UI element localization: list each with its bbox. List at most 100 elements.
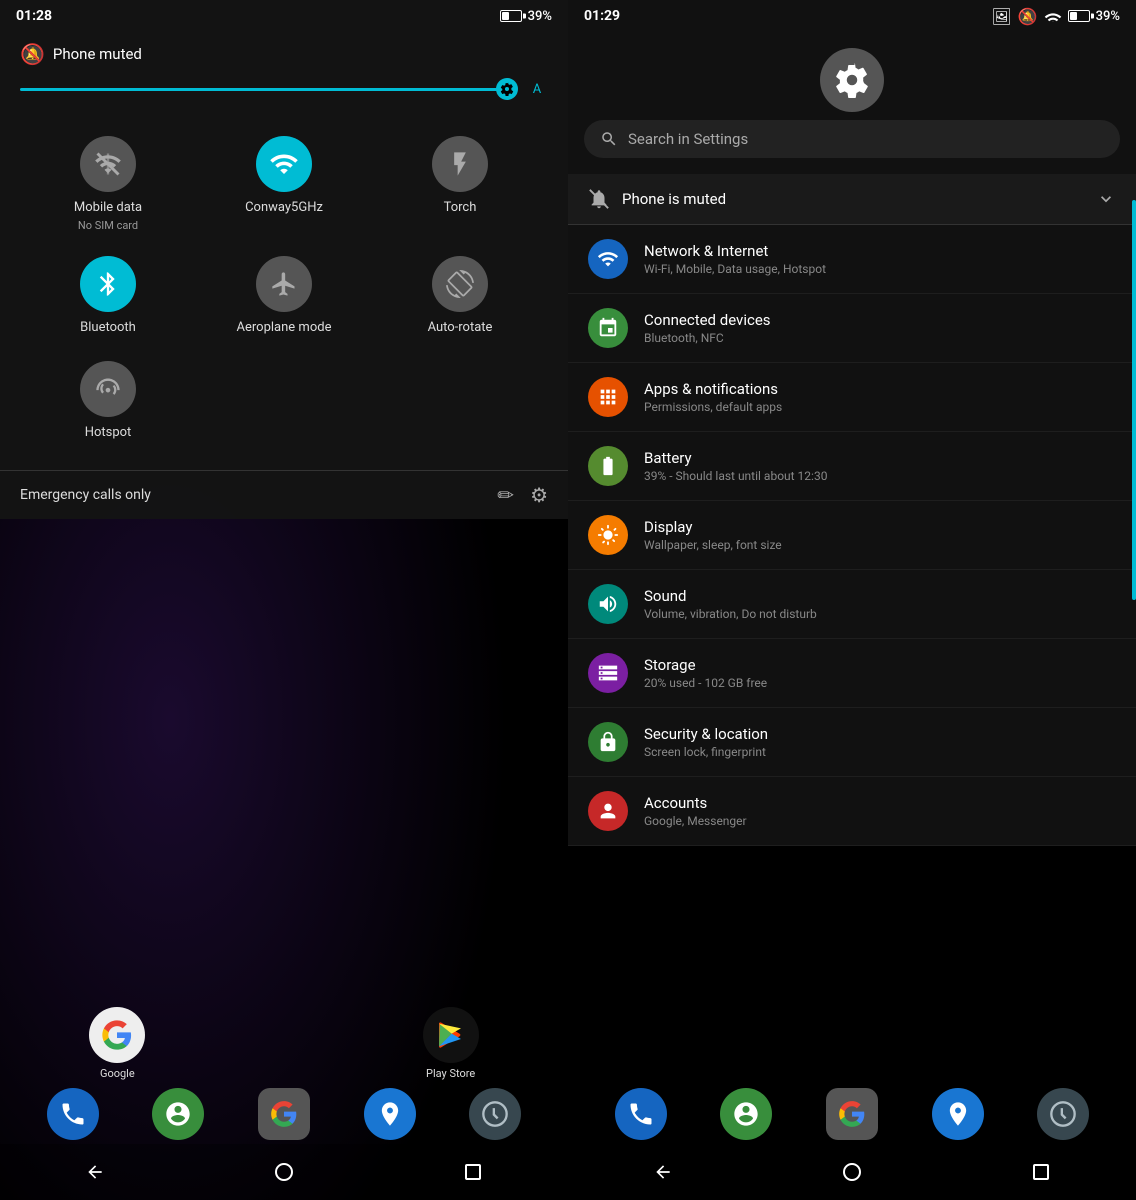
right-home-button[interactable] (832, 1152, 872, 1192)
security-title: Security & location (644, 725, 1116, 743)
brightness-thumb[interactable] (496, 78, 518, 100)
left-battery-text: 39% (528, 9, 552, 24)
tile-torch[interactable]: Torch (372, 124, 548, 244)
battery-sub: 39% - Should last until about 12:30 (644, 469, 1116, 483)
battery-icon-wrap (588, 446, 628, 486)
storage-sub: 20% used - 102 GB free (644, 676, 1116, 690)
display-text: Display Wallpaper, sleep, font size (644, 518, 1116, 552)
dock-google2[interactable] (258, 1088, 310, 1140)
edit-icon[interactable]: ✏ (497, 483, 514, 507)
dock-clock[interactable] (469, 1088, 521, 1140)
brightness-auto[interactable]: A (526, 78, 548, 100)
right-dock-phone[interactable] (615, 1088, 667, 1140)
settings-item-display[interactable]: Display Wallpaper, sleep, font size (568, 501, 1136, 570)
right-recents-button[interactable] (1021, 1152, 1061, 1192)
right-dock-maps[interactable] (932, 1088, 984, 1140)
tile-bluetooth[interactable]: Bluetooth (20, 244, 196, 349)
sound-icon (597, 593, 619, 615)
search-placeholder: Search in Settings (628, 130, 748, 148)
tile-wifi[interactable]: Conway5GHz (196, 124, 372, 244)
google-icon[interactable] (89, 1007, 145, 1063)
settings-item-apps[interactable]: Apps & notifications Permissions, defaul… (568, 363, 1136, 432)
mobile-data-label: Mobile data (74, 200, 142, 217)
accounts-title: Accounts (644, 794, 1116, 812)
settings-icon[interactable]: ⚙ (530, 483, 548, 507)
home-button[interactable] (264, 1152, 304, 1192)
muted-icon: 🔕 (20, 42, 45, 66)
right-nav-bar (568, 1144, 1136, 1200)
tile-mobile-data[interactable]: Mobile data No SIM card (20, 124, 196, 244)
accounts-icon (597, 800, 619, 822)
tile-hotspot[interactable]: Hotspot (20, 349, 196, 454)
settings-item-security[interactable]: Security & location Screen lock, fingerp… (568, 708, 1136, 777)
back-button[interactable] (75, 1152, 115, 1192)
muted-bell-icon (588, 188, 610, 210)
connected-sub: Bluetooth, NFC (644, 331, 1116, 345)
tile-aeroplane[interactable]: Aeroplane mode (196, 244, 372, 349)
settings-item-battery[interactable]: Battery 39% - Should last until about 12… (568, 432, 1136, 501)
brightness-track[interactable] (20, 88, 514, 91)
google-app[interactable]: Google (89, 1007, 145, 1080)
settings-item-accounts[interactable]: Accounts Google, Messenger (568, 777, 1136, 846)
settings-item-sound[interactable]: Sound Volume, vibration, Do not disturb (568, 570, 1136, 639)
screenshot-icon: 🖼 (991, 7, 1011, 26)
security-icon-wrap (588, 722, 628, 762)
network-icon (597, 248, 619, 270)
accounts-icon-wrap (588, 791, 628, 831)
right-battery-text: 39% (1096, 9, 1120, 24)
playstore-icon[interactable] (423, 1007, 479, 1063)
settings-list: Network & Internet Wi-Fi, Mobile, Data u… (568, 225, 1136, 846)
settings-header: Search in Settings (568, 32, 1136, 174)
playstore-app[interactable]: Play Store (423, 1007, 479, 1080)
scroll-indicator[interactable] (1132, 200, 1136, 600)
dock-phone[interactable] (47, 1088, 99, 1140)
settings-item-connected[interactable]: Connected devices Bluetooth, NFC (568, 294, 1136, 363)
display-title: Display (644, 518, 1116, 536)
right-dock-face[interactable] (720, 1088, 772, 1140)
left-battery-icon (500, 10, 522, 22)
autorotate-label: Auto-rotate (428, 320, 493, 337)
right-dock-google[interactable] (826, 1088, 878, 1140)
dock-maps[interactable] (364, 1088, 416, 1140)
network-sub: Wi-Fi, Mobile, Data usage, Hotspot (644, 262, 1116, 276)
right-dock-clock[interactable] (1037, 1088, 1089, 1140)
display-icon-wrap (588, 515, 628, 555)
security-sub: Screen lock, fingerprint (644, 745, 1116, 759)
storage-icon-wrap (588, 653, 628, 693)
brightness-control[interactable]: A (0, 74, 568, 116)
security-icon (597, 731, 619, 753)
settings-item-storage[interactable]: Storage 20% used - 102 GB free (568, 639, 1136, 708)
muted-banner-text: Phone is muted (622, 190, 726, 208)
muted-notification: 🔕 Phone muted (0, 32, 568, 74)
bluetooth-label: Bluetooth (80, 320, 136, 337)
left-app-row: Google Play Store (0, 1007, 568, 1080)
apps-icon (597, 386, 619, 408)
sound-icon-wrap (588, 584, 628, 624)
battery-title: Battery (644, 449, 1116, 467)
mobile-data-sublabel: No SIM card (78, 219, 138, 232)
phone-muted-banner[interactable]: Phone is muted (568, 174, 1136, 225)
left-dock (0, 1088, 568, 1140)
network-icon-wrap (588, 239, 628, 279)
storage-title: Storage (644, 656, 1116, 674)
storage-icon (597, 662, 619, 684)
bluetooth-icon (80, 256, 136, 312)
mobile-data-icon (80, 136, 136, 192)
settings-item-network[interactable]: Network & Internet Wi-Fi, Mobile, Data u… (568, 225, 1136, 294)
left-nav-bar (0, 1144, 568, 1200)
tile-autorotate[interactable]: Auto-rotate (372, 244, 548, 349)
aeroplane-icon (256, 256, 312, 312)
auto-brightness-icon[interactable]: A (526, 78, 548, 100)
wifi-icon (256, 136, 312, 192)
right-back-button[interactable] (643, 1152, 683, 1192)
right-battery-icon (1068, 10, 1090, 22)
network-title: Network & Internet (644, 242, 1116, 260)
sound-sub: Volume, vibration, Do not disturb (644, 607, 1116, 621)
search-bar[interactable]: Search in Settings (584, 120, 1120, 158)
aeroplane-label: Aeroplane mode (237, 320, 332, 337)
settings-gear-icon (820, 48, 884, 112)
torch-label: Torch (444, 200, 477, 217)
recents-button[interactable] (453, 1152, 493, 1192)
apps-icon-wrap (588, 377, 628, 417)
dock-face[interactable] (152, 1088, 204, 1140)
